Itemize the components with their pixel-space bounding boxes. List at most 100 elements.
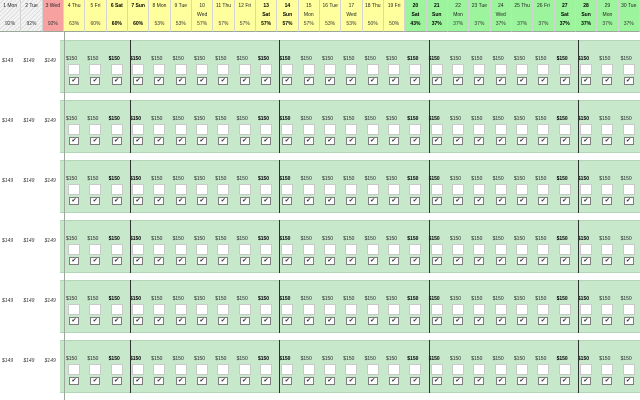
availability-checkbox[interactable]: ✔ [90, 257, 101, 265]
rate-cell[interactable]: $150 ✔ [555, 220, 576, 273]
rate-cell[interactable]: $150 ✔ [427, 160, 448, 213]
availability-checkbox[interactable]: ✔ [516, 317, 527, 325]
availability-checkbox[interactable]: ✔ [602, 137, 613, 145]
availability-checkbox[interactable]: ✔ [324, 137, 335, 145]
availability-checkbox[interactable]: ✔ [154, 197, 165, 205]
availability-checkbox[interactable]: ✔ [175, 197, 186, 205]
rate-cell[interactable]: $150 ✔ [64, 220, 85, 273]
date-header-11[interactable]: 11 Thu 57% [213, 0, 235, 32]
availability-checkbox[interactable]: ✔ [218, 377, 229, 385]
rate-cell[interactable]: $150 ✔ [149, 280, 170, 333]
rate-cell[interactable]: $150 ✔ [576, 160, 597, 213]
rate-cell[interactable]: $150 ✔ [128, 160, 149, 213]
date-header-22[interactable]: 22 Mon 37% [447, 0, 470, 32]
availability-checkbox[interactable]: ✔ [346, 77, 357, 85]
rate-input-field[interactable] [238, 364, 251, 375]
rate-input-field[interactable] [67, 64, 80, 75]
availability-checkbox[interactable]: ✔ [623, 137, 634, 145]
rate-cell[interactable]: $150 ✔ [405, 220, 426, 273]
rate-input-field[interactable] [409, 184, 422, 195]
availability-checkbox[interactable]: ✔ [68, 257, 79, 265]
availability-checkbox[interactable]: ✔ [175, 77, 186, 85]
availability-checkbox[interactable]: ✔ [602, 257, 613, 265]
rate-cell[interactable]: $150 ✔ [405, 280, 426, 333]
availability-checkbox[interactable]: ✔ [175, 377, 186, 385]
rate-cell[interactable]: $150 ✔ [512, 280, 533, 333]
rate-cell[interactable]: $150 ✔ [405, 340, 426, 393]
availability-checkbox[interactable]: ✔ [580, 137, 591, 145]
rate-cell[interactable]: $150 ✔ [128, 40, 149, 93]
rate-cell[interactable]: $150 ✔ [491, 40, 512, 93]
availability-checkbox[interactable]: ✔ [367, 137, 378, 145]
rate-cell[interactable]: $150 ✔ [341, 340, 362, 393]
rate-cell[interactable]: $150 ✔ [469, 280, 490, 333]
date-header-30[interactable]: 30 Tue 37% [618, 0, 640, 32]
rate-input-field[interactable] [409, 304, 422, 315]
rate-cell[interactable]: $150 ✔ [363, 100, 384, 153]
rate-input-field[interactable] [302, 184, 315, 195]
rate-input-field[interactable] [281, 304, 294, 315]
availability-checkbox[interactable]: ✔ [516, 377, 527, 385]
rate-cell[interactable]: $150 ✔ [171, 100, 192, 153]
rate-cell[interactable]: $150 ✔ [491, 220, 512, 273]
rate-cell[interactable]: $150 ✔ [128, 220, 149, 273]
rate-cell[interactable]: $150 ✔ [277, 220, 298, 273]
availability-checkbox[interactable]: ✔ [196, 317, 207, 325]
rate-input-field[interactable] [195, 184, 208, 195]
rate-cell[interactable]: $150 ✔ [277, 40, 298, 93]
rate-input-field[interactable] [409, 364, 422, 375]
date-header-10[interactable]: 10 Wed 57% [191, 0, 214, 32]
rate-input-field[interactable] [537, 244, 550, 255]
rate-cell[interactable]: $150 ✔ [320, 100, 341, 153]
availability-checkbox[interactable]: ✔ [68, 77, 79, 85]
rate-cell[interactable]: $150 ✔ [107, 220, 128, 273]
availability-checkbox[interactable]: ✔ [132, 377, 143, 385]
rate-cell[interactable]: $150 ✔ [277, 100, 298, 153]
rate-input-field[interactable] [302, 64, 315, 75]
rate-input-field[interactable] [195, 304, 208, 315]
availability-checkbox[interactable]: ✔ [346, 257, 357, 265]
rate-cell[interactable]: $150 ✔ [512, 340, 533, 393]
rate-cell[interactable]: $150 ✔ [619, 100, 640, 153]
rate-cell[interactable]: $150 ✔ [64, 160, 85, 213]
availability-checkbox[interactable]: ✔ [175, 317, 186, 325]
rate-input-field[interactable] [451, 304, 464, 315]
rate-cell[interactable]: $150 ✔ [320, 160, 341, 213]
availability-checkbox[interactable]: ✔ [431, 197, 442, 205]
rate-cell[interactable]: $150 ✔ [512, 40, 533, 93]
rate-input-field[interactable] [515, 184, 528, 195]
rate-input-field[interactable] [238, 244, 251, 255]
rate-input-field[interactable] [174, 244, 187, 255]
availability-checkbox[interactable]: ✔ [538, 257, 549, 265]
rate-input-field[interactable] [451, 64, 464, 75]
availability-checkbox[interactable]: ✔ [132, 197, 143, 205]
rate-input-field[interactable] [451, 244, 464, 255]
rate-cell[interactable]: $150 ✔ [491, 340, 512, 393]
rate-input-field[interactable] [345, 304, 358, 315]
availability-checkbox[interactable]: ✔ [559, 317, 570, 325]
rate-input-field[interactable] [153, 64, 166, 75]
rate-input-field[interactable] [366, 124, 379, 135]
rate-input-field[interactable] [579, 184, 592, 195]
availability-checkbox[interactable]: ✔ [111, 77, 122, 85]
rate-cell[interactable]: $150 ✔ [192, 160, 213, 213]
rate-input-field[interactable] [515, 244, 528, 255]
availability-checkbox[interactable]: ✔ [260, 137, 271, 145]
rate-input-field[interactable] [259, 184, 272, 195]
rate-input-field[interactable] [430, 304, 443, 315]
date-header-24[interactable]: 24 Wed 37% [490, 0, 512, 32]
rate-input-field[interactable] [174, 124, 187, 135]
availability-checkbox[interactable]: ✔ [495, 317, 506, 325]
availability-checkbox[interactable]: ✔ [303, 137, 314, 145]
rate-cell[interactable]: $150 ✔ [619, 160, 640, 213]
rate-input-field[interactable] [601, 184, 614, 195]
rate-cell[interactable]: $150 ✔ [576, 220, 597, 273]
rate-input-field[interactable] [494, 184, 507, 195]
rate-input-field[interactable] [622, 244, 635, 255]
rate-cell[interactable]: $150 ✔ [512, 100, 533, 153]
rate-input-field[interactable] [217, 364, 230, 375]
rate-input-field[interactable] [110, 364, 123, 375]
rate-input-field[interactable] [579, 244, 592, 255]
rate-cell[interactable]: $150 ✔ [213, 220, 234, 273]
rate-cell[interactable]: $150 ✔ [171, 280, 192, 333]
